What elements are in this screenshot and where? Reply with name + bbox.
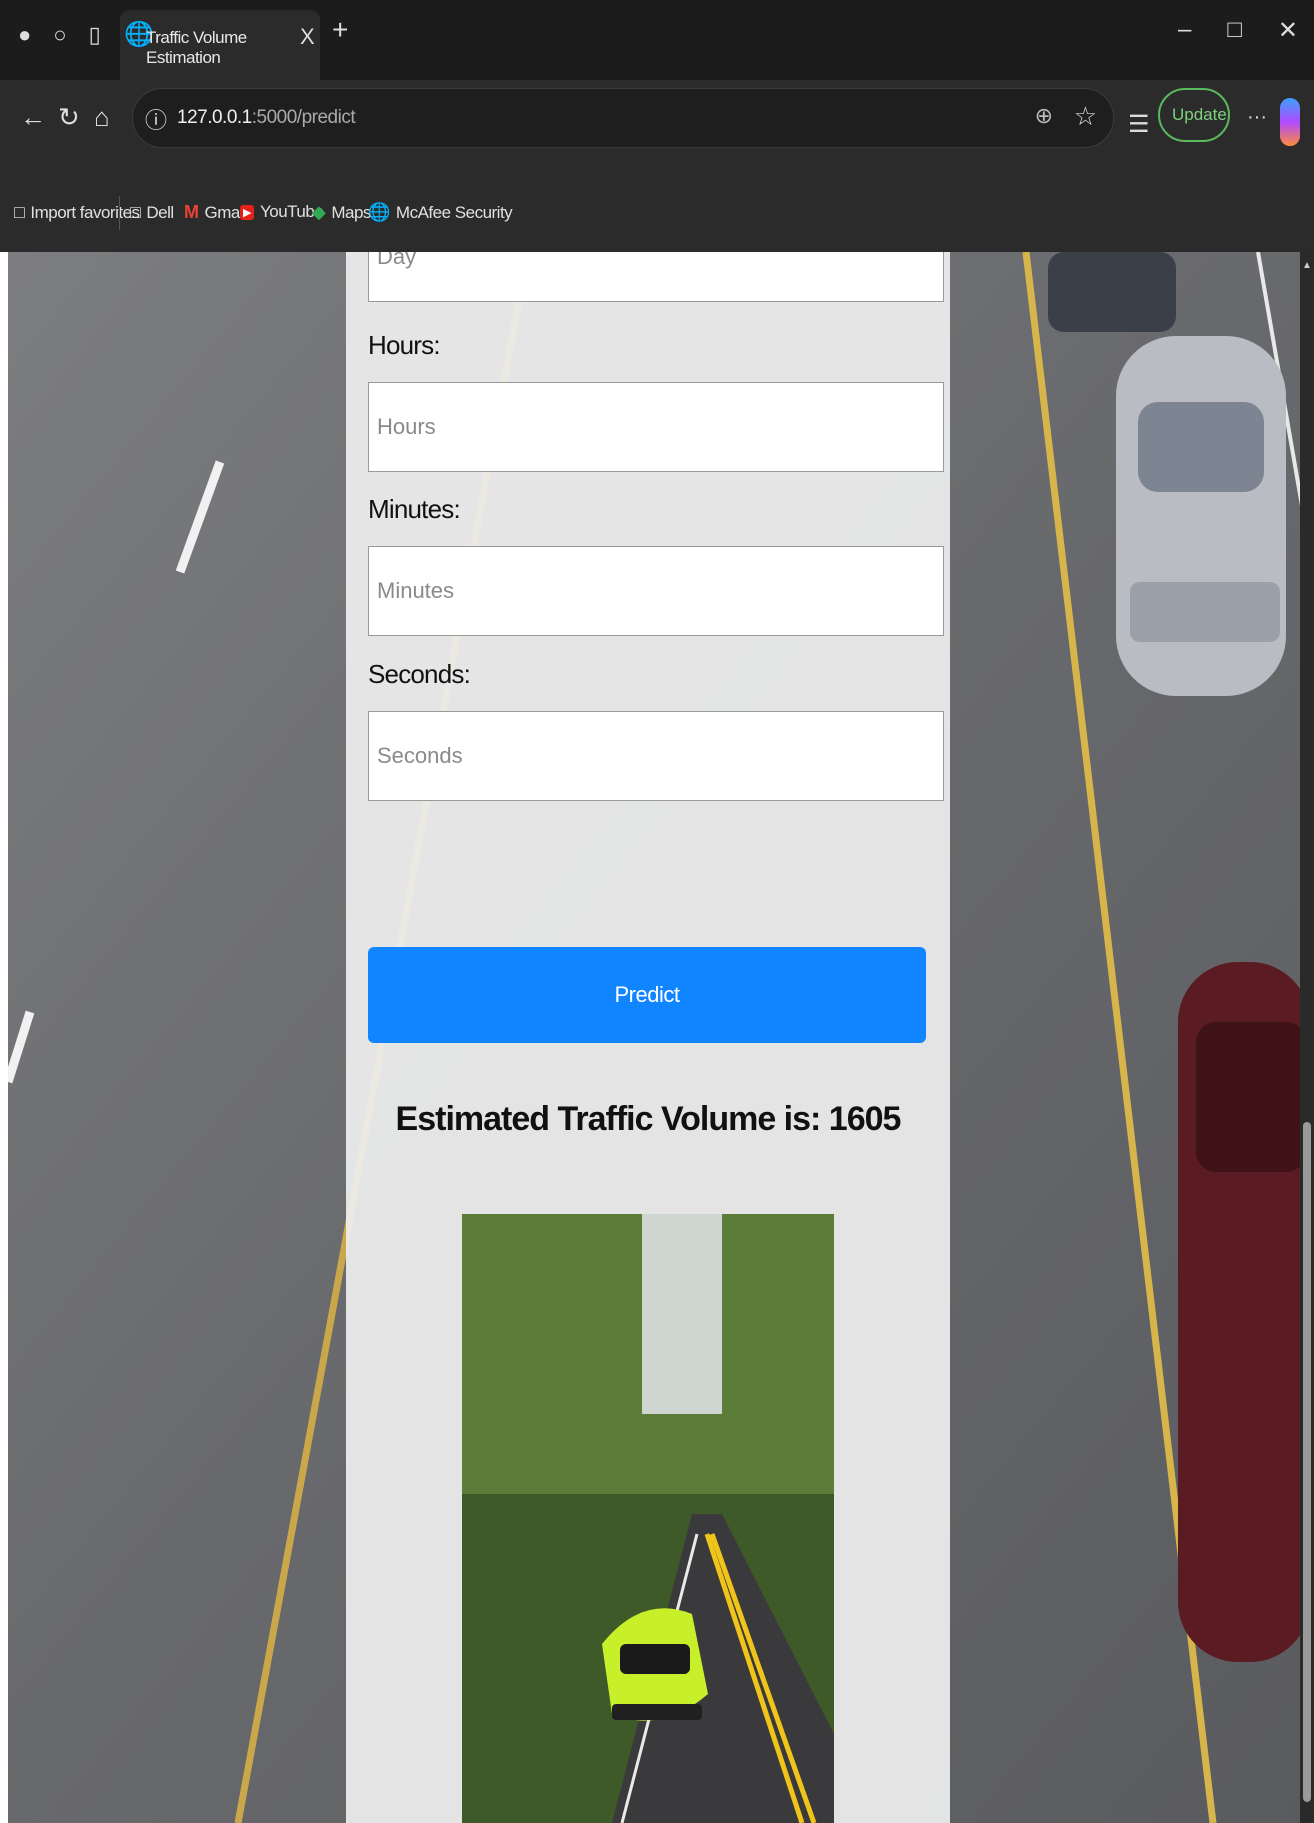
- address-bar[interactable]: ⓘ 127.0.0.1:5000/predict ⊕ ☆: [132, 88, 1114, 148]
- seconds-label: Seconds:: [368, 659, 471, 689]
- tab-close-button[interactable]: X: [300, 24, 315, 50]
- site-info-icon[interactable]: ⓘ: [145, 103, 167, 135]
- maps-icon: ◆: [312, 202, 326, 222]
- car-result-image: [462, 1214, 834, 1823]
- bookmark-mcafee[interactable]: 🌐 McAfee Security: [368, 202, 513, 223]
- globe-icon: 🌐: [368, 202, 390, 222]
- minimize-icon[interactable]: –: [1178, 16, 1191, 45]
- page-viewport: Hours: Minutes: Seconds: Predict Estimat…: [8, 252, 1310, 1823]
- update-button[interactable]: Update: [1158, 88, 1230, 142]
- restore-icon[interactable]: □: [1227, 16, 1242, 45]
- predict-button[interactable]: Predict: [368, 947, 926, 1043]
- folder-icon: □: [130, 202, 141, 222]
- browser-titlebar: ● ○ ▯ 🌐 Traffic Volume Estimation X + – …: [0, 0, 1314, 80]
- favorite-star-icon[interactable]: ☆: [1074, 101, 1097, 132]
- minutes-input[interactable]: [368, 546, 944, 636]
- bookmark-label: Dell: [146, 202, 174, 222]
- copilot-icon[interactable]: [1280, 98, 1300, 146]
- bookmark-dell[interactable]: □ Dell: [130, 202, 174, 223]
- tab-title: Traffic Volume Estimation: [146, 28, 247, 67]
- scrollbar-thumb[interactable]: [1303, 1122, 1311, 1802]
- page-scrollbar[interactable]: ▲: [1300, 252, 1314, 1823]
- url-path: :5000/predict: [251, 107, 356, 128]
- workspaces-icon[interactable]: ○: [53, 22, 66, 48]
- update-label: Update: [1172, 105, 1227, 124]
- import-icon: □: [14, 202, 25, 222]
- favorites-list-icon[interactable]: ☰: [1128, 110, 1150, 139]
- prediction-form: Hours: Minutes: Seconds: Predict Estimat…: [346, 252, 950, 1823]
- bookmark-label: Maps: [331, 202, 371, 222]
- result-text: Estimated Traffic Volume is: 1605: [395, 1100, 902, 1138]
- bookmark-label: Import favorites: [30, 202, 140, 222]
- minutes-label: Minutes:: [368, 494, 461, 524]
- bookmark-gmail[interactable]: M Gmail: [184, 202, 247, 223]
- window-controls: – □ ✕: [1178, 16, 1298, 45]
- day-input[interactable]: [368, 252, 944, 302]
- bookmark-import-favorites[interactable]: □ Import favorites: [14, 202, 140, 223]
- more-menu-button[interactable]: ···: [1247, 106, 1267, 129]
- scroll-up-icon[interactable]: ▲: [1302, 260, 1312, 271]
- tab-actions-icon[interactable]: ▯: [89, 22, 101, 48]
- bookmark-label: McAfee Security: [395, 202, 513, 222]
- home-icon[interactable]: ⌂: [94, 102, 110, 133]
- back-arrow-icon[interactable]: ←: [20, 102, 46, 133]
- gmail-icon: M: [184, 202, 199, 222]
- url-host: 127.0.0.1: [177, 107, 252, 128]
- url-text[interactable]: 127.0.0.1:5000/predict: [177, 107, 356, 129]
- refresh-icon[interactable]: ↻: [58, 102, 80, 133]
- bookmark-maps[interactable]: ◆ Maps: [312, 202, 371, 223]
- bookmark-separator: [119, 196, 120, 230]
- profile-icon[interactable]: ●: [18, 22, 31, 48]
- close-window-icon[interactable]: ✕: [1278, 16, 1298, 45]
- hours-input[interactable]: [368, 382, 944, 472]
- tab-active[interactable]: 🌐 Traffic Volume Estimation X: [120, 10, 320, 80]
- window-icons: ● ○ ▯: [18, 22, 101, 48]
- seconds-input[interactable]: [368, 711, 944, 801]
- bookmark-youtube[interactable]: ▶ YouTube: [240, 202, 324, 222]
- new-tab-button[interactable]: +: [332, 14, 348, 46]
- zoom-icon[interactable]: ⊕: [1035, 103, 1053, 129]
- hours-label: Hours:: [368, 330, 441, 360]
- youtube-icon: ▶: [240, 204, 254, 220]
